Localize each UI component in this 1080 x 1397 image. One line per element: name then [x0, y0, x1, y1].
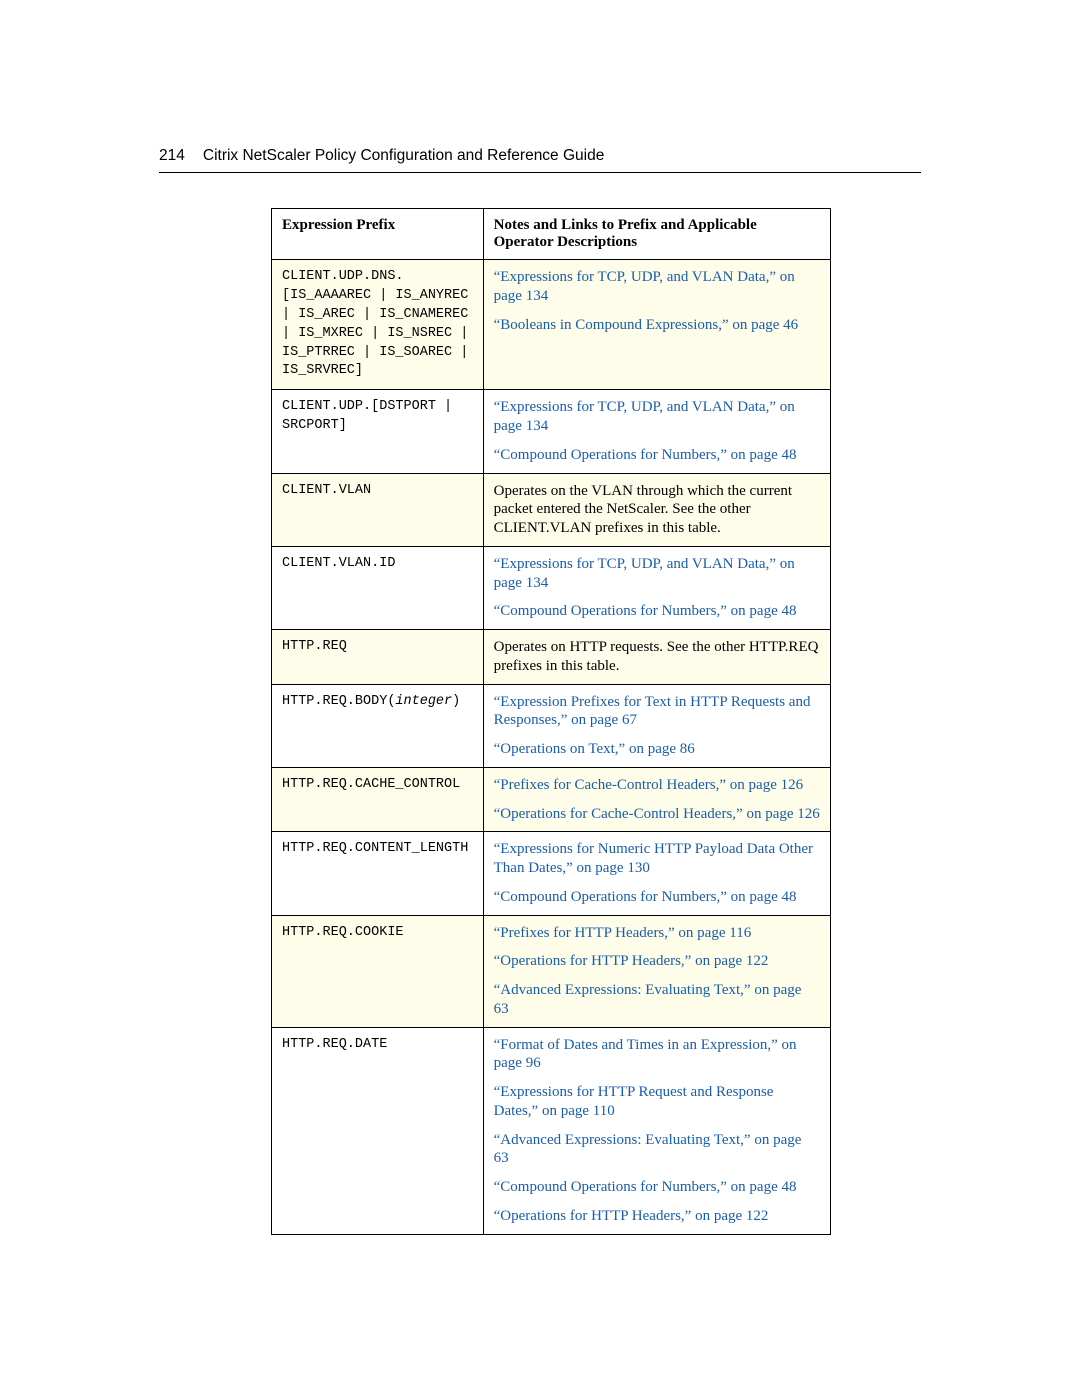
notes-cell: “Prefixes for Cache-Control Headers,” on… [483, 767, 830, 832]
reference-link: “Compound Operations for Numbers,” on pa… [494, 1178, 820, 1197]
description-text: Operates on HTTP requests. See the other… [494, 638, 820, 676]
page-number: 214 [159, 147, 185, 165]
reference-link: “Compound Operations for Numbers,” on pa… [494, 888, 820, 907]
reference-link: “Format of Dates and Times in an Express… [494, 1036, 820, 1074]
link-text[interactable]: “Expressions for TCP, UDP, and VLAN Data… [494, 399, 795, 434]
prefix-cell: CLIENT.VLAN.ID [272, 546, 484, 629]
reference-link: “Operations for HTTP Headers,” on page 1… [494, 1207, 820, 1226]
expression-table-wrapper: Expression Prefix Notes and Links to Pre… [271, 208, 831, 1235]
expression-prefix-code: HTTP.REQ.DATE [282, 1036, 473, 1055]
reference-link: “Compound Operations for Numbers,” on pa… [494, 602, 820, 621]
expression-prefix-code: HTTP.REQ [282, 638, 473, 657]
reference-link: “Expressions for TCP, UDP, and VLAN Data… [494, 398, 820, 436]
notes-cell: “Format of Dates and Times in an Express… [483, 1027, 830, 1234]
plain-text: Operates on HTTP requests. See the other… [494, 639, 819, 674]
reference-link: “Compound Operations for Numbers,” on pa… [494, 446, 820, 465]
table-row: HTTP.REQ.COOKIE “Prefixes for HTTP Header… [272, 915, 831, 1027]
link-text[interactable]: “Compound Operations for Numbers,” on pa… [494, 447, 797, 463]
expression-table: Expression Prefix Notes and Links to Pre… [271, 208, 831, 1235]
link-text[interactable]: “Compound Operations for Numbers,” on pa… [494, 889, 797, 905]
link-text[interactable]: “Format of Dates and Times in an Express… [494, 1037, 797, 1072]
reference-link: “Expressions for TCP, UDP, and VLAN Data… [494, 268, 820, 306]
expression-prefix-code: CLIENT.VLAN [282, 482, 473, 501]
prefix-cell: HTTP.REQ.CONTENT_LENGTH [272, 832, 484, 915]
table-row: HTTP.REQ.BODY(integer) “Expression Prefix… [272, 684, 831, 767]
prefix-cell: HTTP.REQ.DATE [272, 1027, 484, 1234]
link-text[interactable]: “Expressions for TCP, UDP, and VLAN Data… [494, 269, 795, 304]
link-text[interactable]: “Expressions for TCP, UDP, and VLAN Data… [494, 556, 795, 591]
notes-cell: Operates on the VLAN through which the c… [483, 473, 830, 546]
reference-link: “Booleans in Compound Expressions,” on p… [494, 316, 820, 335]
reference-link: “Expressions for HTTP Request and Respon… [494, 1083, 820, 1121]
expression-prefix-code: CLIENT.UDP.[DSTPORT | SRCPORT] [282, 398, 473, 436]
expression-prefix-code: HTTP.REQ.CONTENT_LENGTH [282, 840, 473, 859]
table-row: HTTP.REQ.DATE “Format of Dates and Times … [272, 1027, 831, 1234]
link-text[interactable]: “Compound Operations for Numbers,” on pa… [494, 1179, 797, 1195]
prefix-cell: CLIENT.VLAN [272, 473, 484, 546]
table-row: HTTP.REQ.CACHE_CONTROL “Prefixes for Cach… [272, 767, 831, 832]
page-content: 214 Citrix NetScaler Policy Configuration… [0, 0, 1080, 1235]
table-row: CLIENT.UDP.[DSTPORT | SRCPORT] “Expressio… [272, 390, 831, 473]
link-text[interactable]: “Operations for HTTP Headers,” on page 1… [494, 1208, 769, 1224]
table-row: CLIENT.UDP.DNS. [IS_AAAAREC | IS_ANYREC … [272, 260, 831, 390]
prefix-cell: CLIENT.UDP.DNS. [IS_AAAAREC | IS_ANYREC … [272, 260, 484, 390]
link-text[interactable]: “Booleans in Compound Expressions,” on p… [494, 317, 799, 333]
page-header: 214 Citrix NetScaler Policy Configuration… [159, 147, 921, 173]
table-row: CLIENT.VLAN.ID “Expressions for TCP, UDP,… [272, 546, 831, 629]
prefix-cell: HTTP.REQ.CACHE_CONTROL [272, 767, 484, 832]
notes-cell: Operates on HTTP requests. See the other… [483, 630, 830, 685]
expression-prefix-code: HTTP.REQ.CACHE_CONTROL [282, 776, 473, 795]
notes-cell: “Expressions for TCP, UDP, and VLAN Data… [483, 546, 830, 629]
reference-link: “Expression Prefixes for Text in HTTP Re… [494, 693, 820, 731]
expression-prefix-code: CLIENT.VLAN.ID [282, 555, 473, 574]
link-text[interactable]: “Expressions for HTTP Request and Respon… [494, 1084, 774, 1119]
table-row: HTTP.REQ.CONTENT_LENGTH “Expressions for … [272, 832, 831, 915]
link-text[interactable]: “Operations on Text,” on page 86 [494, 741, 695, 757]
link-text[interactable]: “Prefixes for HTTP Headers,” on page 116 [494, 925, 752, 941]
reference-link: “Advanced Expressions: Evaluating Text,”… [494, 981, 820, 1019]
notes-cell: “Prefixes for HTTP Headers,” on page 116… [483, 915, 830, 1027]
link-text[interactable]: “Expressions for Numeric HTTP Payload Da… [494, 841, 813, 876]
expression-prefix-code: CLIENT.UDP.DNS. [IS_AAAAREC | IS_ANYREC … [282, 268, 473, 381]
link-text[interactable]: “Operations for HTTP Headers,” on page 1… [494, 953, 769, 969]
header-notes: Notes and Links to Prefix and Applicable… [483, 209, 830, 260]
description-text: Operates on the VLAN through which the c… [494, 482, 820, 538]
expression-prefix-code: HTTP.REQ.COOKIE [282, 924, 473, 943]
reference-link: “Operations for Cache-Control Headers,” … [494, 805, 820, 824]
link-text[interactable]: “Advanced Expressions: Evaluating Text,”… [494, 982, 802, 1017]
prefix-cell: CLIENT.UDP.[DSTPORT | SRCPORT] [272, 390, 484, 473]
reference-link: “Expressions for Numeric HTTP Payload Da… [494, 840, 820, 878]
prefix-cell: HTTP.REQ.COOKIE [272, 915, 484, 1027]
plain-text: Operates on the VLAN through which the c… [494, 483, 792, 537]
reference-link: “Advanced Expressions: Evaluating Text,”… [494, 1131, 820, 1169]
reference-link: “Prefixes for Cache-Control Headers,” on… [494, 776, 820, 795]
notes-cell: “Expression Prefixes for Text in HTTP Re… [483, 684, 830, 767]
link-text[interactable]: “Expression Prefixes for Text in HTTP Re… [494, 694, 811, 729]
reference-link: “Operations for HTTP Headers,” on page 1… [494, 952, 820, 971]
prefix-cell: HTTP.REQ [272, 630, 484, 685]
reference-link: “Operations on Text,” on page 86 [494, 740, 820, 759]
link-text[interactable]: “Advanced Expressions: Evaluating Text,”… [494, 1132, 802, 1167]
header-expression-prefix: Expression Prefix [272, 209, 484, 260]
link-text[interactable]: “Compound Operations for Numbers,” on pa… [494, 603, 797, 619]
reference-link: “Prefixes for HTTP Headers,” on page 116 [494, 924, 820, 943]
reference-link: “Expressions for TCP, UDP, and VLAN Data… [494, 555, 820, 593]
table-header-row: Expression Prefix Notes and Links to Pre… [272, 209, 831, 260]
notes-cell: “Expressions for TCP, UDP, and VLAN Data… [483, 260, 830, 390]
notes-cell: “Expressions for Numeric HTTP Payload Da… [483, 832, 830, 915]
table-row: CLIENT.VLAN Operates on the VLAN through … [272, 473, 831, 546]
expression-prefix-code: HTTP.REQ.BODY(integer) [282, 693, 473, 712]
link-text[interactable]: “Operations for Cache-Control Headers,” … [494, 806, 820, 822]
notes-cell: “Expressions for TCP, UDP, and VLAN Data… [483, 390, 830, 473]
doc-title: Citrix NetScaler Policy Configuration an… [203, 147, 604, 164]
table-row: HTTP.REQ Operates on HTTP requests. See t… [272, 630, 831, 685]
link-text[interactable]: “Prefixes for Cache-Control Headers,” on… [494, 777, 803, 793]
prefix-cell: HTTP.REQ.BODY(integer) [272, 684, 484, 767]
